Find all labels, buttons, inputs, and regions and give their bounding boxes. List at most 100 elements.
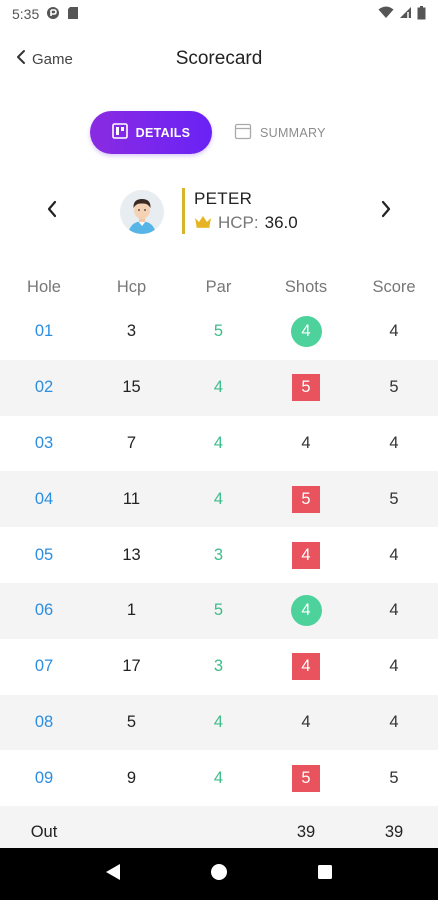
player-info: PETER HCP: 36.0 xyxy=(182,188,298,234)
out-shots-total: 39 xyxy=(296,822,316,841)
nav-back-button[interactable] xyxy=(93,854,133,894)
battery-icon xyxy=(417,5,426,23)
header-shots: Shots xyxy=(284,277,328,296)
hole-number-link[interactable]: 02 xyxy=(0,378,88,397)
avatar xyxy=(120,190,164,234)
table-row[interactable]: 09 9 4 5 5 xyxy=(0,750,438,806)
status-time: 5:35 xyxy=(12,6,40,22)
circle-home-icon xyxy=(210,863,228,886)
table-row[interactable]: 06 1 5 4 4 xyxy=(0,582,438,639)
chevron-left-icon xyxy=(46,200,58,223)
hole-shots[interactable]: 5 xyxy=(262,374,350,402)
hole-score: 5 xyxy=(389,378,399,397)
chevron-right-icon xyxy=(380,200,392,223)
over-par-badge: 5 xyxy=(292,764,320,792)
hole-shots[interactable]: 5 xyxy=(262,764,350,792)
hole-score: 4 xyxy=(389,322,399,341)
hole-score: 4 xyxy=(389,601,399,620)
hole-shots[interactable]: 5 xyxy=(262,485,350,513)
notification-app-icon xyxy=(46,6,60,23)
hole-number-link[interactable]: 07 xyxy=(0,657,88,676)
hole-score: 5 xyxy=(389,489,399,508)
shots-value: 4 xyxy=(301,433,311,452)
under-par-badge: 4 xyxy=(290,595,322,627)
hole-number-link[interactable]: 03 xyxy=(0,434,88,453)
hole-par: 4 xyxy=(213,378,224,397)
calendar-icon xyxy=(234,122,252,143)
next-player-button[interactable] xyxy=(374,199,398,223)
hole-par: 3 xyxy=(213,545,224,564)
out-label: Out xyxy=(30,822,58,841)
table-row[interactable]: 07 17 3 4 4 xyxy=(0,639,438,695)
nav-home-button[interactable] xyxy=(199,854,239,894)
over-par-badge: 5 xyxy=(292,485,320,513)
player-selector: PETER HCP: 36.0 xyxy=(0,185,438,239)
tab-details-label: DETAILS xyxy=(135,125,191,140)
hole-par: 5 xyxy=(213,322,224,341)
hole-par: 4 xyxy=(213,433,224,452)
chevron-left-icon xyxy=(16,49,26,69)
hcp-value: 36.0 xyxy=(264,213,298,232)
hole-par: 4 xyxy=(213,489,224,508)
hole-hcp: 5 xyxy=(126,712,137,731)
crown-icon xyxy=(194,212,212,234)
hole-number-link[interactable]: 09 xyxy=(0,769,88,788)
previous-player-button[interactable] xyxy=(40,199,64,223)
scorecard-screen: 5:35 Game Scorecard DETAILS SUMMARY PETE… xyxy=(0,0,438,900)
table-row[interactable]: 05 13 3 4 4 xyxy=(0,527,438,583)
hole-hcp: 11 xyxy=(122,489,141,508)
status-left: 5:35 xyxy=(12,6,79,23)
header-score: Score xyxy=(372,277,416,296)
hole-hcp: 3 xyxy=(126,322,137,341)
table-header: Hole Hcp Par Shots Score xyxy=(0,270,438,304)
hole-score: 4 xyxy=(389,545,399,564)
hole-score: 4 xyxy=(389,712,399,731)
back-button[interactable]: Game xyxy=(16,49,73,69)
hole-score: 5 xyxy=(389,768,399,787)
hole-number-link[interactable]: 04 xyxy=(0,490,88,509)
hole-score: 4 xyxy=(389,657,399,676)
board-icon xyxy=(111,123,128,142)
hole-hcp: 9 xyxy=(126,768,137,787)
table-row[interactable]: 01 3 5 4 4 xyxy=(0,304,438,360)
triangle-back-icon xyxy=(105,863,121,886)
signal-icon xyxy=(399,6,412,22)
player-handicap: HCP: 36.0 xyxy=(194,212,298,234)
hole-shots[interactable]: 4 xyxy=(262,434,350,453)
hole-score: 4 xyxy=(389,433,399,452)
table-row[interactable]: 08 5 4 4 4 xyxy=(0,694,438,751)
system-nav-bar xyxy=(0,848,438,900)
square-recents-icon xyxy=(317,864,333,885)
hole-hcp: 13 xyxy=(122,545,141,564)
hole-shots[interactable]: 4 xyxy=(262,595,350,627)
hole-number-link[interactable]: 08 xyxy=(0,713,88,732)
hole-number-link[interactable]: 05 xyxy=(0,546,88,565)
table-body: 01 3 5 4 4 02 15 4 5 5 03 7 4 4 4 04 11 4 5 5 05 13 3 4 4 06 1 5 4 4 0… xyxy=(0,304,438,806)
status-right xyxy=(378,5,426,23)
hole-hcp: 1 xyxy=(126,601,137,620)
hole-par: 3 xyxy=(213,657,224,676)
table-row[interactable]: 04 11 4 5 5 xyxy=(0,471,438,528)
sd-card-icon xyxy=(67,6,79,23)
tab-details[interactable]: DETAILS xyxy=(90,111,212,154)
hole-hcp: 7 xyxy=(126,433,137,452)
nav-recents-button[interactable] xyxy=(305,854,345,894)
hole-number-link[interactable]: 06 xyxy=(0,601,88,620)
under-par-badge: 4 xyxy=(290,316,322,348)
tab-summary[interactable]: SUMMARY xyxy=(234,111,326,154)
wifi-icon xyxy=(378,6,394,22)
hole-shots[interactable]: 4 xyxy=(262,541,350,569)
header-par: Par xyxy=(205,277,232,296)
hole-number-link[interactable]: 01 xyxy=(0,322,88,341)
shots-value: 4 xyxy=(301,712,311,731)
out-score-total: 39 xyxy=(384,822,404,841)
hcp-label: HCP: xyxy=(218,213,259,232)
table-row[interactable]: 03 7 4 4 4 xyxy=(0,416,438,472)
hole-shots[interactable]: 4 xyxy=(262,316,350,348)
view-tabs: DETAILS SUMMARY xyxy=(0,111,438,155)
header-hcp: Hcp xyxy=(116,277,147,296)
tab-summary-label: SUMMARY xyxy=(260,125,326,140)
table-row[interactable]: 02 15 4 5 5 xyxy=(0,359,438,416)
hole-shots[interactable]: 4 xyxy=(262,713,350,732)
hole-shots[interactable]: 4 xyxy=(262,653,350,681)
